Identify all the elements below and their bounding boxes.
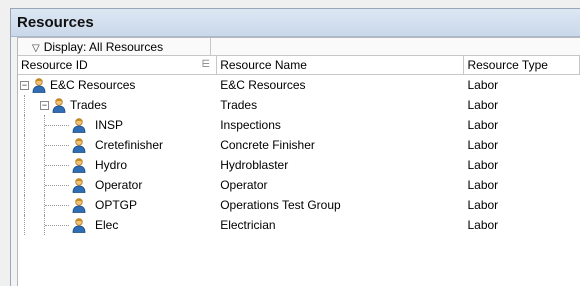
table-row[interactable]: − Trades Trades Labor [18,95,580,115]
resource-type-cell[interactable]: Labor [464,95,580,115]
resource-name-cell[interactable]: Concrete Finisher [217,135,464,155]
table-row[interactable]: − E&C Resources E&C Resources Labor [18,75,580,95]
resource-name-cell[interactable]: Trades [217,95,464,115]
resource-id-cell[interactable]: OPTGP [18,195,217,215]
resource-id-label: OPTGP [95,198,138,212]
resource-name-cell[interactable]: Electrician [217,215,464,235]
grid-header: Resource ID ⋿ Resource Name Resource Typ… [18,56,580,75]
tree-connector [24,155,25,175]
display-filter[interactable]: ▽ Display: All Resources [18,38,580,56]
person-icon [71,217,87,233]
resource-type-cell[interactable]: Labor [464,155,580,175]
resource-type-cell[interactable]: Labor [464,215,580,235]
tree-connector [24,175,25,195]
resources-panel: Resources ▽ Display: All Resources Resour… [10,8,580,286]
resource-name-cell[interactable]: Operator [217,175,464,195]
resource-type-cell[interactable]: Labor [464,175,580,195]
resource-id-label: Cretefinisher [95,138,164,152]
sort-icon[interactable]: ⋿ [201,56,210,74]
resource-id-cell[interactable]: Hydro [18,155,217,175]
person-icon [31,77,47,93]
resource-id-label: Hydro [95,158,128,172]
tree-connector [45,185,69,186]
resource-name-cell[interactable]: Inspections [217,115,464,135]
tree-connector [45,125,69,126]
person-icon [71,157,87,173]
tree-connector [24,115,25,135]
display-filter-label: Display: All Resources [43,40,164,54]
table-row[interactable]: Elec Electrician Labor [18,215,580,235]
table-row[interactable]: OPTGP Operations Test Group Labor [18,195,580,215]
resource-id-label: INSP [95,118,124,132]
resource-id-cell[interactable]: Operator [18,175,217,195]
filter-divider [210,38,211,56]
panel-title: Resources [11,9,580,37]
collapse-toggle-icon[interactable]: − [40,101,49,110]
resource-type-cell[interactable]: Labor [464,195,580,215]
column-header-resource-id[interactable]: Resource ID ⋿ [18,56,218,74]
resource-id-cell[interactable]: INSP [18,115,217,135]
tree-connector [24,215,25,235]
resource-type-cell[interactable]: Labor [464,75,580,95]
person-icon [51,97,67,113]
resource-name-cell[interactable]: Operations Test Group [217,195,464,215]
resource-name-cell[interactable]: Hydroblaster [217,155,464,175]
tree-connector [45,165,69,166]
table-row[interactable]: Cretefinisher Concrete Finisher Labor [18,135,580,155]
tree-connector [45,205,69,206]
resources-grid: ▽ Display: All Resources Resource ID ⋿ Re… [17,37,580,286]
grid-rows: − E&C Resources E&C Resources Labor − Trades T… [18,75,580,235]
table-row[interactable]: Operator Operator Labor [18,175,580,195]
resource-id-cell[interactable]: Cretefinisher [18,135,217,155]
resource-id-cell[interactable]: − Trades [18,95,217,115]
resource-type-cell[interactable]: Labor [464,135,580,155]
resource-name-cell[interactable]: E&C Resources [217,75,464,95]
column-label-resource-id: Resource ID [21,58,88,72]
table-row[interactable]: Hydro Hydroblaster Labor [18,155,580,175]
tree-connector [45,145,69,146]
column-header-resource-type[interactable]: Resource Type [464,56,580,74]
column-header-resource-name[interactable]: Resource Name [217,56,465,74]
tree-connector [45,225,69,226]
resource-type-cell[interactable]: Labor [464,115,580,135]
person-icon [71,117,87,133]
tree-connector [24,195,25,215]
resource-id-label: Elec [95,218,119,232]
tree-connector [24,135,25,155]
resource-id-label: E&C Resources [50,78,136,92]
table-row[interactable]: INSP Inspections Labor [18,115,580,135]
person-icon [71,197,87,213]
tree-connector [24,95,25,115]
collapse-toggle-icon[interactable]: − [20,81,29,90]
resource-id-cell[interactable]: − E&C Resources [18,75,217,95]
person-icon [71,177,87,193]
resource-id-cell[interactable]: Elec [18,215,217,235]
column-label-resource-name: Resource Name [220,58,307,72]
chevron-down-icon[interactable]: ▽ [32,43,40,54]
resource-id-label: Trades [70,98,107,112]
person-icon [71,137,87,153]
column-label-resource-type: Resource Type [467,58,548,72]
resource-id-label: Operator [95,178,143,192]
